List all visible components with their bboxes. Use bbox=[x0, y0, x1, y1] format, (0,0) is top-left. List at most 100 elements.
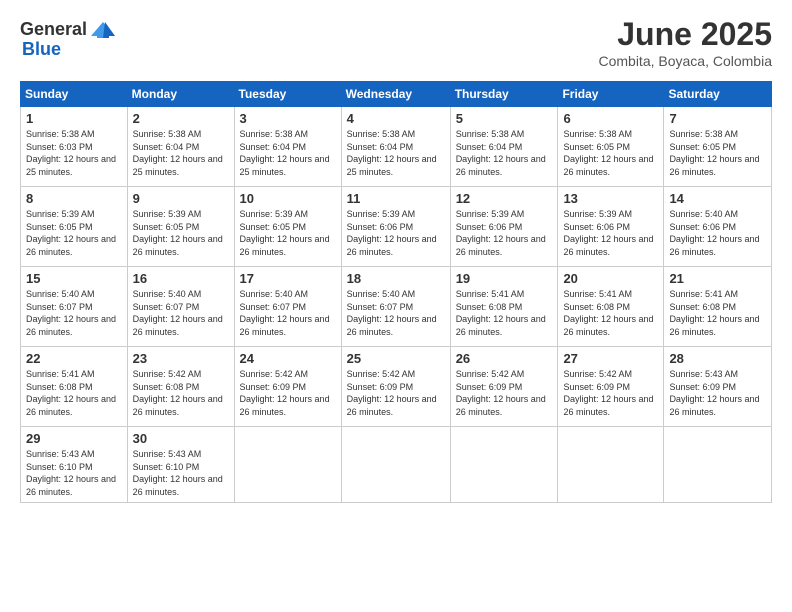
table-row: 30 Sunrise: 5:43 AM Sunset: 6:10 PM Dayl… bbox=[127, 427, 234, 503]
table-row: 1 Sunrise: 5:38 AM Sunset: 6:03 PM Dayli… bbox=[21, 107, 128, 187]
day-info: Sunrise: 5:42 AM Sunset: 6:09 PM Dayligh… bbox=[347, 368, 445, 418]
day-info: Sunrise: 5:42 AM Sunset: 6:09 PM Dayligh… bbox=[240, 368, 336, 418]
day-info: Sunrise: 5:43 AM Sunset: 6:10 PM Dayligh… bbox=[133, 448, 229, 498]
day-info: Sunrise: 5:39 AM Sunset: 6:06 PM Dayligh… bbox=[347, 208, 445, 258]
day-number: 17 bbox=[240, 271, 336, 286]
table-row: 28 Sunrise: 5:43 AM Sunset: 6:09 PM Dayl… bbox=[664, 347, 772, 427]
day-number: 6 bbox=[563, 111, 658, 126]
table-row: 19 Sunrise: 5:41 AM Sunset: 6:08 PM Dayl… bbox=[450, 267, 558, 347]
day-number: 5 bbox=[456, 111, 553, 126]
day-number: 28 bbox=[669, 351, 766, 366]
day-info: Sunrise: 5:42 AM Sunset: 6:09 PM Dayligh… bbox=[563, 368, 658, 418]
table-row: 4 Sunrise: 5:38 AM Sunset: 6:04 PM Dayli… bbox=[341, 107, 450, 187]
logo-blue-text: Blue bbox=[22, 40, 61, 60]
day-info: Sunrise: 5:38 AM Sunset: 6:04 PM Dayligh… bbox=[133, 128, 229, 178]
day-number: 12 bbox=[456, 191, 553, 206]
day-number: 23 bbox=[133, 351, 229, 366]
day-number: 7 bbox=[669, 111, 766, 126]
header-tuesday: Tuesday bbox=[234, 82, 341, 107]
table-row: 27 Sunrise: 5:42 AM Sunset: 6:09 PM Dayl… bbox=[558, 347, 664, 427]
table-row: 21 Sunrise: 5:41 AM Sunset: 6:08 PM Dayl… bbox=[664, 267, 772, 347]
calendar-week-row: 1 Sunrise: 5:38 AM Sunset: 6:03 PM Dayli… bbox=[21, 107, 772, 187]
table-row: 7 Sunrise: 5:38 AM Sunset: 6:05 PM Dayli… bbox=[664, 107, 772, 187]
calendar-week-row: 29 Sunrise: 5:43 AM Sunset: 6:10 PM Dayl… bbox=[21, 427, 772, 503]
day-number: 20 bbox=[563, 271, 658, 286]
day-info: Sunrise: 5:40 AM Sunset: 6:06 PM Dayligh… bbox=[669, 208, 766, 258]
table-row bbox=[341, 427, 450, 503]
day-info: Sunrise: 5:41 AM Sunset: 6:08 PM Dayligh… bbox=[26, 368, 122, 418]
table-row: 3 Sunrise: 5:38 AM Sunset: 6:04 PM Dayli… bbox=[234, 107, 341, 187]
title-block: June 2025 Combita, Boyaca, Colombia bbox=[598, 16, 772, 69]
day-info: Sunrise: 5:42 AM Sunset: 6:08 PM Dayligh… bbox=[133, 368, 229, 418]
table-row: 18 Sunrise: 5:40 AM Sunset: 6:07 PM Dayl… bbox=[341, 267, 450, 347]
table-row bbox=[664, 427, 772, 503]
day-info: Sunrise: 5:40 AM Sunset: 6:07 PM Dayligh… bbox=[347, 288, 445, 338]
calendar-week-row: 8 Sunrise: 5:39 AM Sunset: 6:05 PM Dayli… bbox=[21, 187, 772, 267]
calendar-week-row: 15 Sunrise: 5:40 AM Sunset: 6:07 PM Dayl… bbox=[21, 267, 772, 347]
day-info: Sunrise: 5:38 AM Sunset: 6:03 PM Dayligh… bbox=[26, 128, 122, 178]
table-row: 5 Sunrise: 5:38 AM Sunset: 6:04 PM Dayli… bbox=[450, 107, 558, 187]
day-number: 1 bbox=[26, 111, 122, 126]
day-info: Sunrise: 5:39 AM Sunset: 6:06 PM Dayligh… bbox=[456, 208, 553, 258]
day-number: 10 bbox=[240, 191, 336, 206]
day-info: Sunrise: 5:42 AM Sunset: 6:09 PM Dayligh… bbox=[456, 368, 553, 418]
day-info: Sunrise: 5:41 AM Sunset: 6:08 PM Dayligh… bbox=[456, 288, 553, 338]
day-info: Sunrise: 5:43 AM Sunset: 6:09 PM Dayligh… bbox=[669, 368, 766, 418]
day-info: Sunrise: 5:38 AM Sunset: 6:05 PM Dayligh… bbox=[669, 128, 766, 178]
table-row: 14 Sunrise: 5:40 AM Sunset: 6:06 PM Dayl… bbox=[664, 187, 772, 267]
day-number: 11 bbox=[347, 191, 445, 206]
day-number: 27 bbox=[563, 351, 658, 366]
day-number: 26 bbox=[456, 351, 553, 366]
day-info: Sunrise: 5:40 AM Sunset: 6:07 PM Dayligh… bbox=[26, 288, 122, 338]
day-number: 13 bbox=[563, 191, 658, 206]
header-friday: Friday bbox=[558, 82, 664, 107]
day-number: 29 bbox=[26, 431, 122, 446]
month-title: June 2025 bbox=[598, 16, 772, 53]
day-info: Sunrise: 5:38 AM Sunset: 6:05 PM Dayligh… bbox=[563, 128, 658, 178]
table-row: 29 Sunrise: 5:43 AM Sunset: 6:10 PM Dayl… bbox=[21, 427, 128, 503]
table-row: 13 Sunrise: 5:39 AM Sunset: 6:06 PM Dayl… bbox=[558, 187, 664, 267]
table-row: 12 Sunrise: 5:39 AM Sunset: 6:06 PM Dayl… bbox=[450, 187, 558, 267]
table-row: 20 Sunrise: 5:41 AM Sunset: 6:08 PM Dayl… bbox=[558, 267, 664, 347]
table-row: 24 Sunrise: 5:42 AM Sunset: 6:09 PM Dayl… bbox=[234, 347, 341, 427]
day-number: 3 bbox=[240, 111, 336, 126]
day-info: Sunrise: 5:39 AM Sunset: 6:06 PM Dayligh… bbox=[563, 208, 658, 258]
calendar-week-row: 22 Sunrise: 5:41 AM Sunset: 6:08 PM Dayl… bbox=[21, 347, 772, 427]
table-row bbox=[234, 427, 341, 503]
table-row: 17 Sunrise: 5:40 AM Sunset: 6:07 PM Dayl… bbox=[234, 267, 341, 347]
table-row: 10 Sunrise: 5:39 AM Sunset: 6:05 PM Dayl… bbox=[234, 187, 341, 267]
day-number: 30 bbox=[133, 431, 229, 446]
day-info: Sunrise: 5:39 AM Sunset: 6:05 PM Dayligh… bbox=[26, 208, 122, 258]
table-row bbox=[450, 427, 558, 503]
day-number: 22 bbox=[26, 351, 122, 366]
day-info: Sunrise: 5:40 AM Sunset: 6:07 PM Dayligh… bbox=[240, 288, 336, 338]
table-row: 16 Sunrise: 5:40 AM Sunset: 6:07 PM Dayl… bbox=[127, 267, 234, 347]
day-number: 15 bbox=[26, 271, 122, 286]
table-row: 2 Sunrise: 5:38 AM Sunset: 6:04 PM Dayli… bbox=[127, 107, 234, 187]
day-number: 21 bbox=[669, 271, 766, 286]
logo-general-text: General bbox=[20, 20, 87, 40]
table-row: 11 Sunrise: 5:39 AM Sunset: 6:06 PM Dayl… bbox=[341, 187, 450, 267]
day-number: 19 bbox=[456, 271, 553, 286]
day-info: Sunrise: 5:39 AM Sunset: 6:05 PM Dayligh… bbox=[133, 208, 229, 258]
day-info: Sunrise: 5:41 AM Sunset: 6:08 PM Dayligh… bbox=[563, 288, 658, 338]
header-saturday: Saturday bbox=[664, 82, 772, 107]
header-thursday: Thursday bbox=[450, 82, 558, 107]
day-info: Sunrise: 5:38 AM Sunset: 6:04 PM Dayligh… bbox=[240, 128, 336, 178]
header: General Blue June 2025 Combita, Boyaca, … bbox=[20, 16, 772, 69]
day-number: 8 bbox=[26, 191, 122, 206]
table-row: 6 Sunrise: 5:38 AM Sunset: 6:05 PM Dayli… bbox=[558, 107, 664, 187]
table-row: 26 Sunrise: 5:42 AM Sunset: 6:09 PM Dayl… bbox=[450, 347, 558, 427]
day-number: 2 bbox=[133, 111, 229, 126]
page: General Blue June 2025 Combita, Boyaca, … bbox=[0, 0, 792, 612]
table-row: 23 Sunrise: 5:42 AM Sunset: 6:08 PM Dayl… bbox=[127, 347, 234, 427]
table-row: 22 Sunrise: 5:41 AM Sunset: 6:08 PM Dayl… bbox=[21, 347, 128, 427]
header-sunday: Sunday bbox=[21, 82, 128, 107]
location: Combita, Boyaca, Colombia bbox=[598, 53, 772, 69]
calendar-table: Sunday Monday Tuesday Wednesday Thursday… bbox=[20, 81, 772, 503]
day-number: 4 bbox=[347, 111, 445, 126]
day-info: Sunrise: 5:38 AM Sunset: 6:04 PM Dayligh… bbox=[347, 128, 445, 178]
day-number: 16 bbox=[133, 271, 229, 286]
day-info: Sunrise: 5:38 AM Sunset: 6:04 PM Dayligh… bbox=[456, 128, 553, 178]
table-row: 15 Sunrise: 5:40 AM Sunset: 6:07 PM Dayl… bbox=[21, 267, 128, 347]
